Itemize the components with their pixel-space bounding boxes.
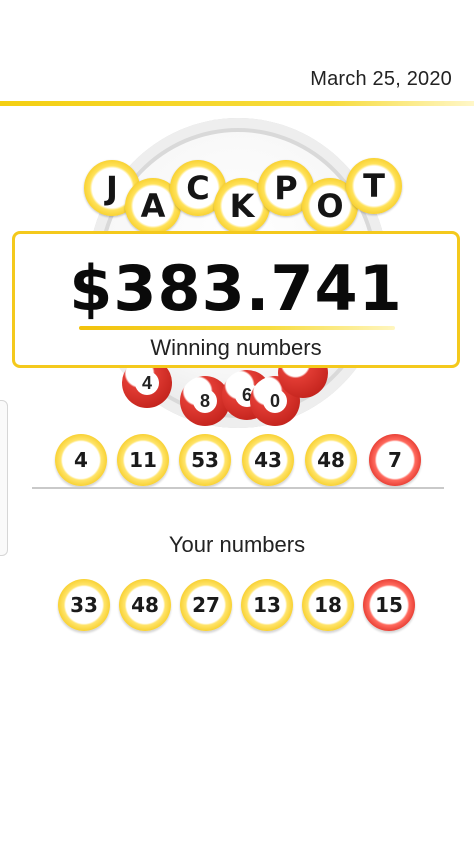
winning-numbers-row: 4 11 53 43 48 7 — [0, 434, 474, 494]
your-number-ball: 27 — [180, 579, 232, 631]
winning-numbers-shelf — [32, 487, 444, 489]
winning-number-ball: 11 — [117, 434, 169, 486]
jackpot-panel: $383.741 Winning numbers — [12, 231, 460, 368]
your-number-ball: 48 — [119, 579, 171, 631]
your-number-ball: 18 — [302, 579, 354, 631]
panel-divider — [79, 326, 395, 330]
your-number-ball: 33 — [58, 579, 110, 631]
jackpot-amount: $383.741 — [69, 252, 403, 325]
winning-number-ball: 53 — [179, 434, 231, 486]
header-divider — [0, 101, 474, 106]
winning-numbers-label: Winning numbers — [150, 335, 322, 360]
your-number-ball: 13 — [241, 579, 293, 631]
draw-date: March 25, 2020 — [310, 68, 452, 90]
your-numbers-row: 33 48 27 13 18 15 — [0, 579, 474, 639]
winning-bonus-ball: 7 — [369, 434, 421, 486]
winning-number-ball: 43 — [242, 434, 294, 486]
winning-number-ball: 48 — [305, 434, 357, 486]
your-numbers-label: Your numbers — [168, 532, 306, 557]
your-bonus-ball: 15 — [363, 579, 415, 631]
winning-number-ball: 4 — [55, 434, 107, 486]
jackpot-letter-ball: T — [346, 158, 402, 214]
